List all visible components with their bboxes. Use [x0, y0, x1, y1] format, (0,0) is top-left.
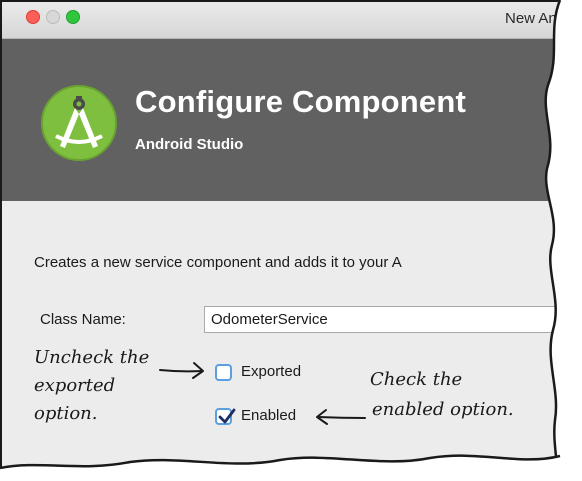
arrow-to-enabled-icon	[316, 409, 366, 425]
arrow-to-exported-icon	[159, 362, 204, 379]
torn-edge-overlay	[0, 0, 582, 481]
dialog-window: New An Configure Component Android Studi…	[0, 0, 582, 481]
